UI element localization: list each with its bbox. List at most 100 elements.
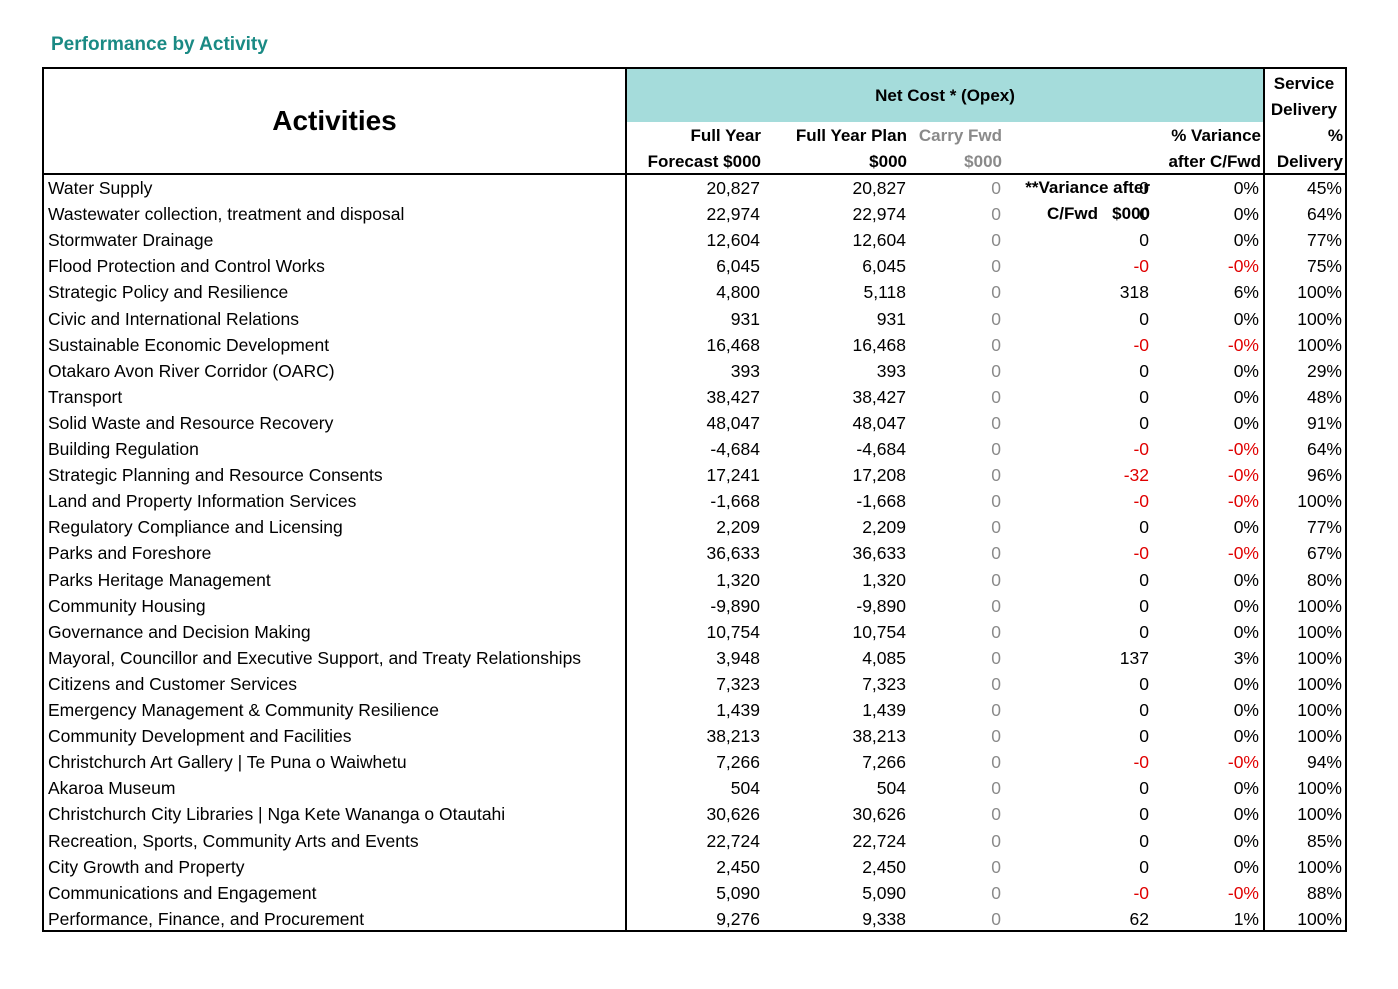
cell-delivery: 100% [1297,673,1342,694]
cell-delivery: 100% [1297,647,1342,668]
activity-name: Communications and Engagement [48,882,317,903]
cell-carry: 0 [991,569,1001,590]
cell-delivery: 100% [1297,726,1342,747]
cell-carry: 0 [991,204,1001,225]
cell-forecast: -4,684 [710,439,760,459]
cell-forecast: 1,439 [716,700,760,720]
cell-variance: -0 [1133,256,1149,277]
cell-pct-var: -0% [1227,256,1259,277]
cell-plan: 17,208 [852,465,906,486]
cell-variance: 0 [1139,517,1149,538]
cell-variance: 62 [1129,908,1149,929]
cell-plan: 36,633 [852,543,906,564]
activity-name: Parks and Foreshore [48,543,212,564]
cell-pct-var: 0% [1233,595,1259,616]
cell-carry: 0 [991,595,1001,616]
table-row: Performance, Finance, and Procurement 9,2… [44,906,1345,932]
cell-pct-var: 0% [1233,569,1259,590]
performance-table: Activities Net Cost * (Opex) Full Year Fo… [42,67,1347,932]
cell-forecast: 38,213 [706,726,760,747]
activity-name: Flood Protection and Control Works [48,256,325,277]
cell-forecast: 5,090 [716,882,760,903]
activity-name: Sustainable Economic Development [48,334,330,355]
cell-pct-var: 0% [1233,726,1259,747]
cell-pct-var: 0% [1233,673,1259,694]
cell-delivery: 64% [1306,439,1342,459]
cell-variance: 0 [1139,412,1149,433]
cell-forecast: 3,948 [716,647,760,668]
cell-carry: 0 [991,517,1001,538]
cell-plan: 5,090 [862,882,906,903]
activities-heading: Activities [272,105,397,136]
cell-variance: 0 [1139,804,1149,825]
table-row: Otakaro Avon River Corridor (OARC) 393 393… [44,358,1345,384]
activity-name: Water Supply [48,178,153,198]
cell-pct-var: 0% [1233,778,1259,799]
cell-pct-var: 1% [1233,908,1259,929]
cell-variance: -32 [1123,465,1149,486]
cell-variance: 0 [1139,830,1149,851]
cell-delivery: 100% [1297,334,1342,355]
cell-plan: 12,604 [852,230,906,251]
activity-name: Recreation, Sports, Community Arts and E… [48,830,419,851]
table-row: Transport 38,427 38,427 0 0 0% 48% [44,384,1345,410]
activity-name: Mayoral, Councillor and Executive Suppor… [48,647,582,668]
cell-variance: 0 [1139,204,1149,225]
table-row: Christchurch City Libraries | Nga Kete W… [44,801,1345,827]
table-row: Land and Property Information Services -1… [44,488,1345,514]
cell-carry: 0 [991,856,1001,877]
cell-pct-var: 0% [1233,386,1259,407]
cell-plan: -9,890 [856,595,906,616]
cell-forecast: 7,266 [716,752,760,773]
cell-variance: 0 [1139,700,1149,720]
cell-delivery: 29% [1306,360,1342,381]
activity-name: Community Development and Facilities [48,726,352,747]
cell-plan: 38,427 [852,386,906,407]
cell-plan: 4,085 [862,647,906,668]
cell-forecast: 16,468 [706,334,760,355]
cell-pct-var: 0% [1233,204,1259,225]
cell-plan: 931 [876,308,906,329]
cell-carry: 0 [991,543,1001,564]
cell-forecast: 36,633 [706,543,760,564]
cell-plan: 6,045 [862,256,906,277]
activity-name: Strategic Policy and Resilience [48,282,289,303]
cell-forecast: 38,427 [706,386,760,407]
cell-variance: 0 [1139,386,1149,407]
cell-forecast: 20,827 [706,178,760,198]
activity-name: Christchurch Art Gallery | Te Puna o Wai… [48,752,407,773]
cell-forecast: 6,045 [716,256,760,277]
cell-forecast: 393 [730,360,760,381]
cell-plan: 1,320 [862,569,906,590]
cell-carry: 0 [991,256,1001,277]
cell-plan: 7,266 [862,752,906,773]
cell-delivery: 80% [1306,569,1342,590]
cell-forecast: 22,974 [706,204,760,225]
table-row: Citizens and Customer Services 7,323 7,323… [44,671,1345,697]
cell-variance: 0 [1139,308,1149,329]
cell-forecast: 9,276 [716,908,760,929]
cell-carry: 0 [991,726,1001,747]
cell-plan: -4,684 [856,439,906,459]
activity-name: Christchurch City Libraries | Nga Kete W… [48,804,506,825]
activity-name: Community Housing [48,595,206,616]
cell-plan: 2,209 [862,517,906,538]
table-row: Water Supply 20,827 20,827 0 0 0% 45% [44,175,1345,201]
cell-plan: 20,827 [852,178,906,198]
cell-pct-var: 0% [1233,804,1259,825]
cell-delivery: 100% [1297,804,1342,825]
cell-delivery: 100% [1297,308,1342,329]
activity-name: Transport [48,386,123,407]
table-row: Communications and Engagement 5,090 5,090 0… [44,880,1345,906]
cell-variance: -0 [1133,491,1149,512]
cell-pct-var: -0% [1227,465,1259,486]
cell-variance: 318 [1119,282,1149,303]
cell-pct-var: -0% [1227,491,1259,512]
cell-plan: 22,974 [852,204,906,225]
cell-delivery: 85% [1306,830,1342,851]
table-row: Emergency Management & Community Resilie… [44,697,1345,723]
activity-name: Governance and Decision Making [48,621,311,642]
cell-variance: 137 [1119,647,1149,668]
cell-plan: 1,439 [862,700,906,720]
cell-delivery: 45% [1306,178,1342,198]
